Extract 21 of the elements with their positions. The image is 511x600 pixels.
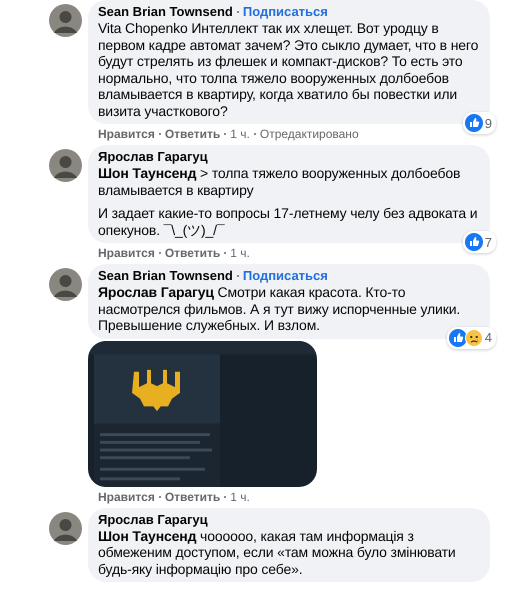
follow-link[interactable]: Подписаться — [242, 4, 328, 20]
comment-text: Шон Таунсенд > толпа тяжело вооруженных долбоебов вламывается в квартиру — [98, 165, 462, 198]
reply-link[interactable]: Ответить — [164, 246, 220, 260]
author-name[interactable]: Ярослав Гарагуц — [98, 512, 208, 528]
reaction-count[interactable]: 4 — [446, 326, 496, 348]
follow-link[interactable]: Подписаться — [242, 268, 328, 284]
like-link[interactable]: Нравится — [98, 246, 155, 260]
reaction-count[interactable]: 9 — [462, 112, 496, 134]
author-name[interactable]: Sean Brian Townsend — [98, 4, 233, 20]
comment-time[interactable]: 1 ч. — [230, 246, 250, 260]
like-link[interactable]: Нравится — [98, 127, 155, 141]
author-name[interactable]: Ярослав Гарагуц — [98, 149, 208, 165]
like-link[interactable]: Нравится — [98, 490, 155, 504]
author-name[interactable]: Sean Brian Townsend — [98, 268, 233, 284]
comment-text: Шон Таунсенд чоооооо, какая там информація з обмеженим доступом, если «там можна було змінювати будь-яку інформацію про себе». — [98, 528, 457, 577]
reaction-count[interactable]: 7 — [462, 231, 496, 253]
edited-label: Отредактировано — [260, 127, 359, 141]
reply-link[interactable]: Ответить — [164, 127, 220, 141]
reply-link[interactable]: Ответить — [164, 490, 220, 504]
comment-time[interactable]: 1 ч. — [230, 127, 250, 141]
comment-time[interactable]: 1 ч. — [230, 490, 250, 504]
